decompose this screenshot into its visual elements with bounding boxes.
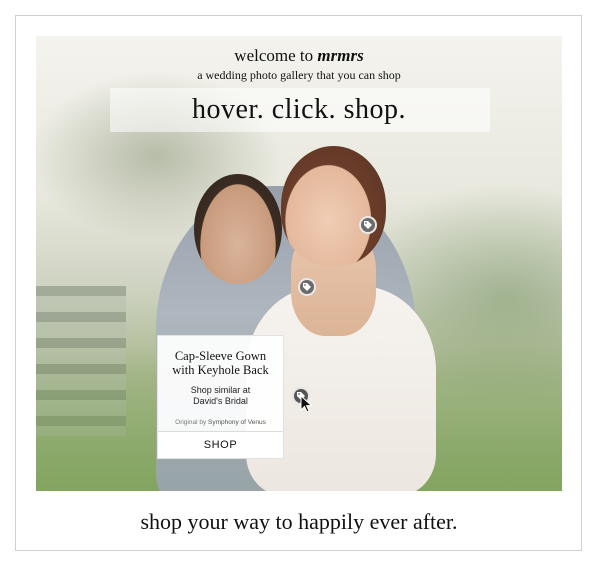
product-popup[interactable]: Cap-Sleeve Gown with Keyhole Back Shop s… (157, 335, 284, 459)
earring-tag-icon[interactable] (359, 216, 377, 234)
brand-name[interactable]: mrmrs (317, 46, 363, 65)
tag-icon (303, 283, 311, 291)
shop-similar-line: Shop similar at (190, 385, 251, 395)
site-subtitle: a wedding photo gallery that you can sho… (197, 68, 401, 82)
original-source-link[interactable]: Symphony of Venus (208, 419, 266, 426)
shop-similar-text: Shop similar at David's Bridal (158, 385, 283, 407)
wedding-photo[interactable]: welcome to mrmrs a wedding photo gallery… (36, 36, 562, 491)
footer-tagline: shop your way to happily ever after. (140, 509, 458, 534)
photo-groom-head (194, 174, 282, 284)
welcome-text: welcome to mrmrs (36, 46, 562, 66)
site-headline: hover. click. shop. (191, 94, 407, 125)
product-title: Cap-Sleeve Gown with Keyhole Back (172, 349, 269, 377)
necklace-tag-icon[interactable] (298, 278, 316, 296)
original-prefix: Original by (175, 419, 207, 426)
shop-button[interactable]: SHOP (158, 431, 283, 458)
original-credit: Original by Symphony of Venus (158, 419, 283, 426)
retailer-name[interactable]: David's Bridal (158, 396, 283, 407)
photo-bride-head (281, 146, 386, 266)
mouse-cursor-icon (300, 395, 313, 413)
welcome-prefix: welcome to (234, 46, 314, 65)
tag-icon (364, 221, 372, 229)
